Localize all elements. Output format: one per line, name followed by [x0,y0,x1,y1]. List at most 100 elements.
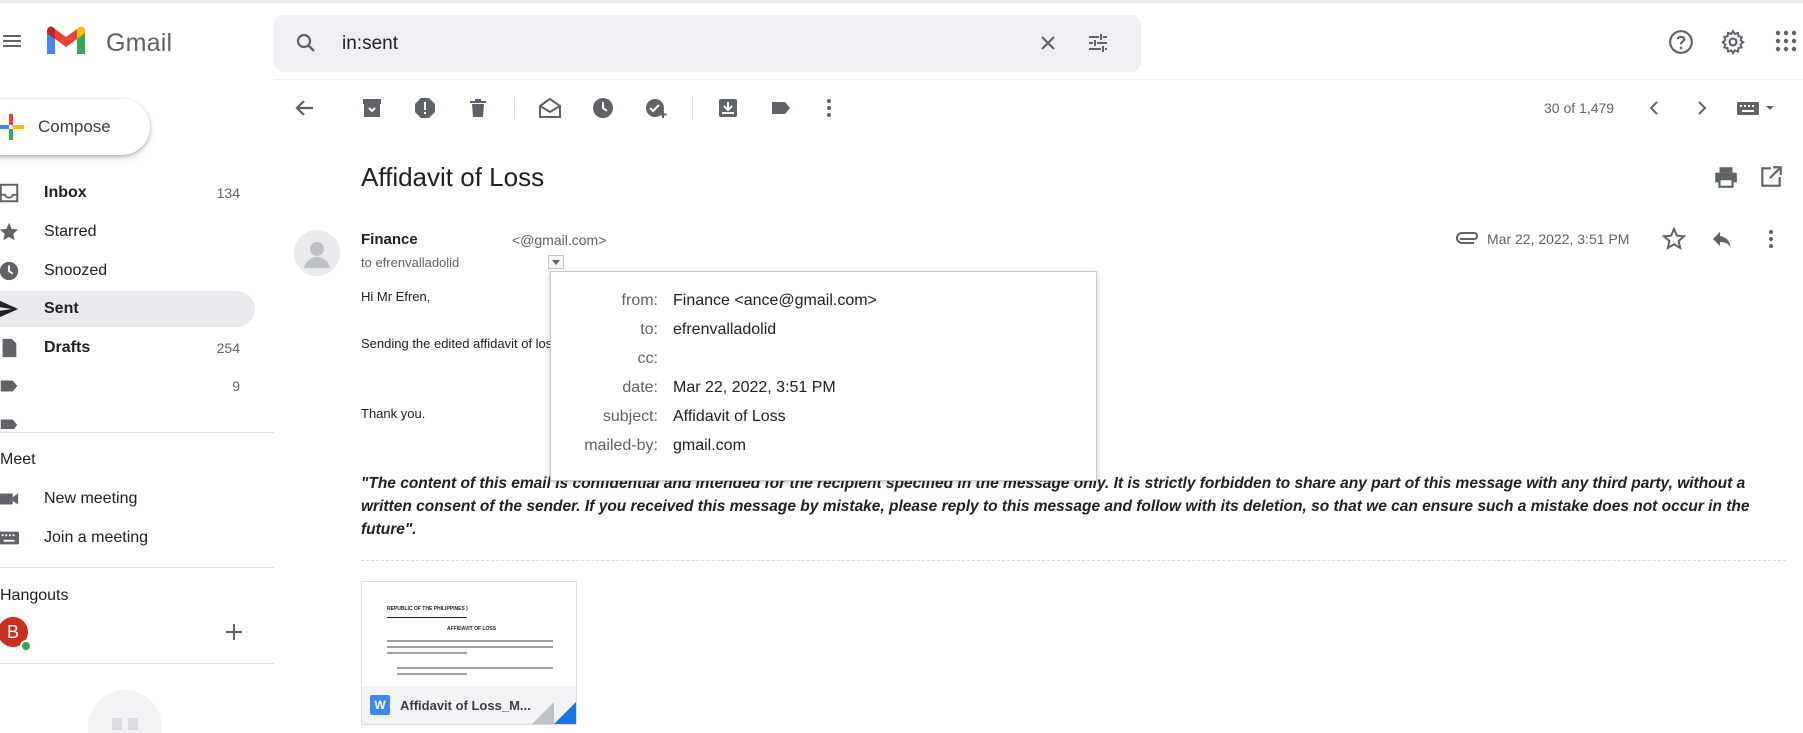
back-arrow-icon[interactable] [293,96,317,120]
email-body-text: Sending the edited affidavit of loss [361,336,559,351]
attachment-filename: Affidavit of Loss_M... [400,697,531,713]
details-value[interactable]: efrenvalladolid [673,321,776,339]
search-icon[interactable] [294,31,318,55]
recipients-line: to efrenvalladolid [361,255,460,270]
more-options-vertical-icon[interactable] [817,96,841,120]
attachment-card[interactable]: REPUBLIC OF THE PHILIPPINES ) AFFIDAVIT … [361,581,577,725]
details-row-mailed-by: mailed-by: gmail.com [551,437,1098,463]
details-row-subject: subject: Affidavit of Loss [551,408,1098,434]
snooze-clock-icon[interactable] [591,96,615,120]
email-closing: Thank you. [361,406,426,421]
pagination-count: 30 of 1,479 [1544,100,1615,116]
clear-search-icon[interactable] [1036,31,1060,55]
search-bar[interactable]: in:sent [274,15,1141,72]
attachment-fold-shadow [532,702,554,724]
details-row-to: to: efrenvalladolid [551,321,1098,347]
move-to-icon[interactable] [716,96,740,120]
open-new-window-icon[interactable] [1758,164,1784,190]
details-value: Mar 22, 2022, 3:51 PM [673,379,836,396]
attachment-paperclip-icon [1456,229,1480,249]
details-label: cc: [637,350,658,367]
details-label: mailed-by: [584,437,658,454]
draft-file-icon [0,337,20,359]
print-icon[interactable] [1713,164,1739,190]
delete-trash-icon[interactable] [466,96,490,120]
label-tag-icon[interactable] [769,96,793,120]
settings-gear-icon[interactable] [1720,29,1746,55]
sidebar-item-label: Snoozed [44,262,108,279]
gmail-logo-icon[interactable] [44,25,88,62]
sidebar-item-label-folder[interactable]: 9 [0,368,255,404]
sender-avatar[interactable] [294,230,340,276]
email-greeting: Hi Mr Efren, [361,289,431,304]
newer-chevron-left-icon[interactable] [1642,96,1666,120]
hangouts-section-title: Hangouts [0,587,69,604]
sender-name[interactable]: Finance [361,231,418,248]
details-label: from: [621,292,658,309]
join-meeting-item[interactable]: Join a meeting [0,520,255,556]
clock-icon [0,260,20,282]
avatar-letter: B [6,621,19,642]
attachment-preview-title: AFFIDAVIT OF LOSS [447,626,497,632]
sidebar-item-starred[interactable]: Starred [0,214,255,250]
search-options-icon[interactable] [1086,31,1110,55]
search-input[interactable]: in:sent [342,33,398,55]
sender-email: <@gmail.com> [512,232,607,248]
details-value: Affidavit of Loss [673,408,786,425]
add-contact-plus-icon[interactable] [224,622,244,642]
join-meeting-label: Join a meeting [44,529,149,546]
label-count: 9 [232,378,240,394]
reply-arrow-icon[interactable] [1710,227,1734,251]
compose-button[interactable]: Compose [0,99,150,155]
email-subject: Affidavit of Loss [361,162,545,192]
report-spam-icon[interactable] [413,96,437,120]
archive-icon[interactable] [360,96,384,120]
new-meeting-label: New meeting [44,490,138,507]
google-apps-icon[interactable] [1774,29,1798,53]
help-icon[interactable] [1668,29,1694,55]
show-details-dropdown-icon[interactable] [548,255,564,269]
unread-count: 134 [216,185,240,201]
sidebar-item-drafts[interactable]: Drafts 254 [0,330,255,366]
sidebar-item-snoozed[interactable]: Snoozed [0,253,255,289]
sidebar-divider [0,432,274,433]
star-icon [0,221,20,243]
attachments-divider [361,560,1786,561]
video-camera-icon [0,488,20,510]
message-details-popup: from: Finance <ance@gmail.com> to: efren… [550,271,1097,481]
message-more-options-icon[interactable] [1759,227,1783,251]
details-value[interactable]: Finance <ance@gmail.com> [673,292,877,310]
label-tag-icon [0,414,20,429]
sidebar-item-label: Drafts [44,339,91,356]
details-value: gmail.com [673,437,746,454]
email-date: Mar 22, 2022, 3:51 PM [1487,231,1630,247]
sidebar-item-label: Starred [44,223,97,240]
preview-rule [387,617,467,618]
meet-section-title: Meet [0,451,36,468]
word-document-icon: W [370,695,390,715]
sidebar-item-sent[interactable]: Sent [0,291,255,327]
header-divider [274,79,1803,80]
email-disclaimer: "The content of this email is confidenti… [361,475,1750,538]
new-meeting-item[interactable]: New meeting [0,481,255,517]
add-to-tasks-icon[interactable] [644,96,668,120]
sidebar-divider [0,663,274,664]
toolbar-separator [692,97,693,119]
sidebar-item-label-folder-partial[interactable] [0,407,255,429]
older-chevron-right-icon[interactable] [1690,96,1714,120]
main-menu-icon[interactable] [0,29,24,53]
top-bar: Gmail in:sent [0,0,1803,80]
mark-unread-icon[interactable] [538,96,562,120]
attachment-fold-corner [554,702,576,724]
sidebar-item-inbox[interactable]: Inbox 134 [0,175,255,211]
star-outline-icon[interactable] [1662,227,1686,251]
input-tools-keyboard-icon[interactable] [1736,96,1778,120]
draft-count: 254 [216,340,240,356]
details-row-from: from: Finance <ance@gmail.com> [551,292,1098,318]
details-row-cc: cc: [551,350,1098,376]
toolbar-separator [514,97,515,119]
send-icon [0,298,20,320]
attachment-preview-header: REPUBLIC OF THE PHILIPPINES ) [387,606,468,612]
sidebar-item-label: Inbox [44,184,87,201]
sidebar-divider [0,567,274,568]
